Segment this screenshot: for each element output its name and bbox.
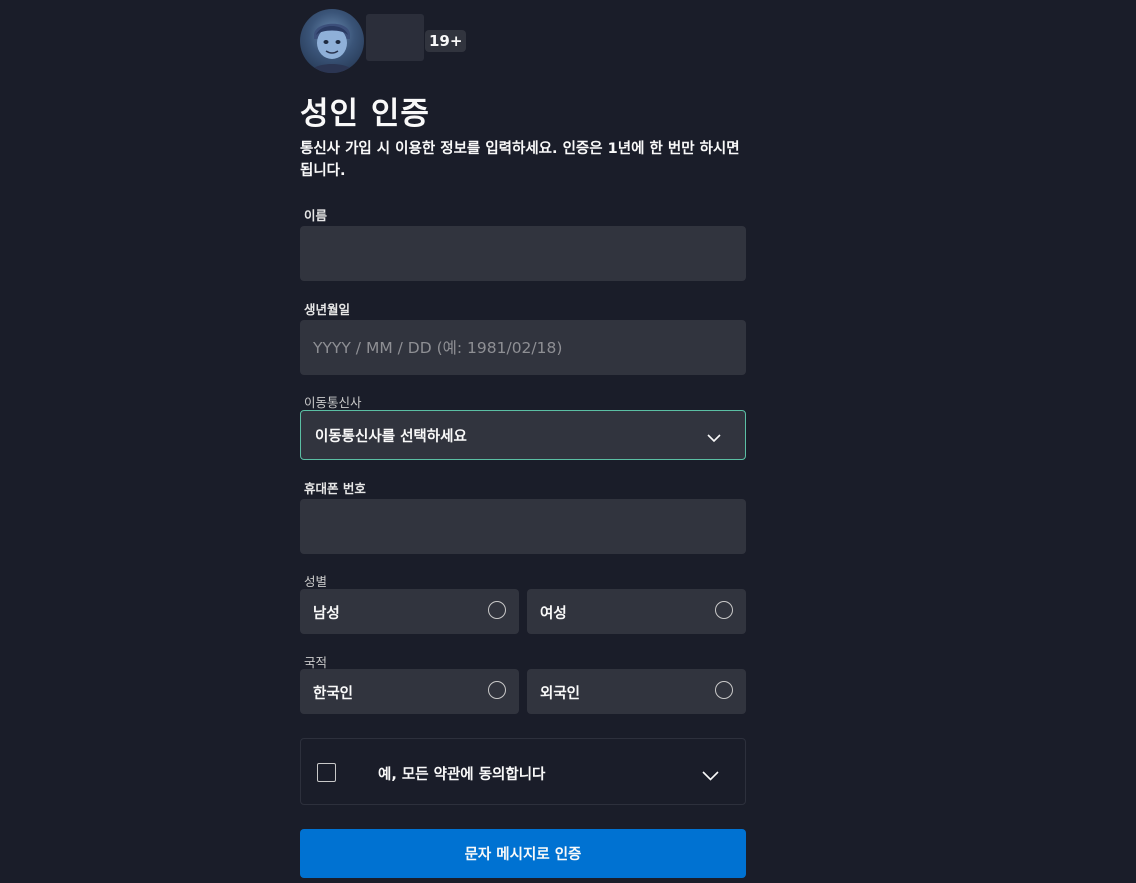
nationality-option-label: 한국인 [313,686,354,702]
nationality-option-foreigner[interactable]: 외국인 [527,669,746,714]
phone-field[interactable] [300,499,746,554]
name-input[interactable] [300,226,746,281]
birthdate-label: 생년월일 [304,302,351,317]
radio-circle-icon [488,601,506,619]
terms-label: 예, 모든 약관에 동의합니다 [378,767,546,783]
gender-option-female[interactable]: 여성 [527,589,746,634]
age-rating-badge: 19+ [425,30,467,52]
page-subtitle: 통신사 가입 시 이용한 정보를 입력하세요. 인증은 1년에 한 번만 하시면… [300,141,740,179]
terms-checkbox[interactable] [317,763,336,782]
profile-name-blurred [366,14,424,61]
gender-option-label: 남성 [313,606,340,622]
phone-input[interactable] [300,499,746,554]
name-field[interactable] [300,226,746,281]
avatar-character-icon [310,23,354,73]
phone-label: 휴대폰 번호 [304,481,366,496]
sms-verify-button[interactable]: 문자 메시지로 인증 [300,829,746,878]
terms-agreement[interactable]: 예, 모든 약관에 동의합니다 [300,738,746,805]
nationality-option-label: 외국인 [540,686,581,702]
profile-header: 19+ [300,9,500,73]
radio-circle-icon [715,601,733,619]
gender-option-label: 여성 [540,606,567,622]
carrier-select[interactable]: 이동통신사를 선택하세요 [300,410,746,460]
avatar [300,9,364,73]
carrier-label: 이동통신사 [304,395,362,410]
nationality-option-korean[interactable]: 한국인 [300,669,519,714]
radio-circle-icon [715,681,733,699]
birthdate-field[interactable] [300,320,746,375]
chevron-down-icon [707,428,721,447]
name-label: 이름 [304,208,328,223]
radio-circle-icon [488,681,506,699]
gender-label: 성별 [304,574,328,589]
chevron-down-icon[interactable] [702,766,719,785]
page-title: 성인 인증 [300,96,430,132]
carrier-select-value: 이동통신사를 선택하세요 [315,429,467,445]
birthdate-input[interactable] [300,320,746,375]
gender-option-male[interactable]: 남성 [300,589,519,634]
